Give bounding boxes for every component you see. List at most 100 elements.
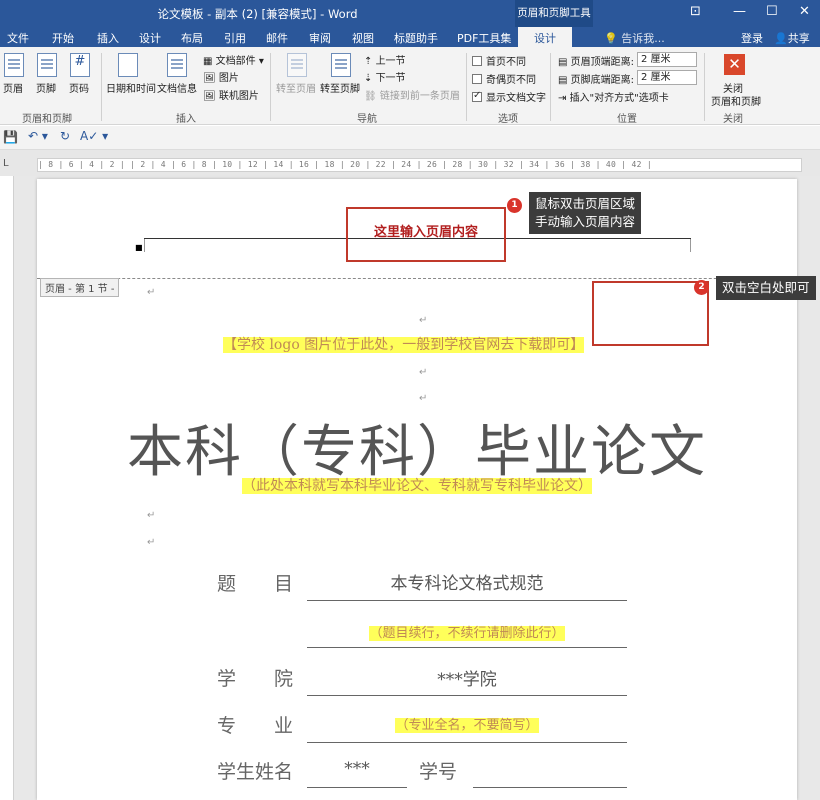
callout-tip-1-line1: 鼠标双击页眉区域 [535,196,636,211]
tab-header-footer-design[interactable]: 设计 [518,27,572,47]
next-section-label: 下一节 [375,73,406,84]
ribbon-display-icon[interactable]: ⊡ [690,4,701,19]
calendar-icon[interactable] [118,53,138,77]
close-header-footer-icon[interactable]: ✕ [724,54,745,75]
document-parts-button[interactable]: ▦ 文档部件 ▾ [203,52,264,67]
major-note-text: （专业全名，不要简写） [395,718,539,733]
paragraph-mark: ↵ [419,393,428,404]
tab-pdf-tools[interactable]: PDF工具集 [457,30,511,46]
tab-file[interactable]: 文件 [7,30,29,46]
link-to-previous-button[interactable]: ⛓ 链接到前一条页眉 [364,87,460,102]
callout-tip-1-line2: 手动输入页眉内容 [535,214,636,229]
tab-insert[interactable]: 插入 [97,30,119,46]
tab-heading-assistant[interactable]: 标题助手 [394,30,438,46]
field-underline [473,787,627,788]
close-window-icon[interactable]: ✕ [799,4,810,19]
checkbox-icon[interactable] [472,74,482,84]
undo-icon[interactable]: ↶ ▾ [28,129,48,143]
thesis-type-note: （此处本科就写本科毕业论文、专科就写专科毕业论文） [37,475,797,495]
share-button[interactable]: 👤共享 [768,27,816,47]
header-text[interactable]: 这里输入页眉内容 [347,221,505,240]
header-top-distance-label: ▤ 页眉顶端距离: [558,57,635,68]
vertical-ruler [0,176,14,800]
online-pictures-button[interactable]: 🖼 联机图片 [203,87,259,102]
sign-in-link[interactable]: 登录 [741,30,763,46]
group-label-navigation: 导航 [357,114,377,125]
college-label: 学 院 [217,668,294,690]
logo-placeholder-text: 【学校 logo 图片位于此处，一般到学校官网去下载即可】 [223,337,585,353]
previous-section-button[interactable]: ⇡ 上一节 [364,52,406,67]
college-value[interactable]: ***学院 [307,665,627,690]
field-underline [307,787,407,788]
paragraph-mark: ↵ [147,537,156,548]
tab-layout[interactable]: 布局 [181,30,203,46]
tab-mailings[interactable]: 邮件 [266,30,288,46]
group-label-insert: 插入 [176,114,196,125]
header-icon[interactable] [4,53,24,77]
pictures-button[interactable]: 🖼 图片 [203,69,239,84]
header-boundary [37,278,797,279]
document-info-button-label[interactable]: 文档信息 [157,80,197,95]
different-odd-even-option[interactable]: 奇偶页不同 [472,71,536,86]
field-underline [307,647,627,648]
field-underline [307,695,627,696]
tab-review[interactable]: 审阅 [309,30,331,46]
callout-tip-1: 鼠标双击页眉区域 手动输入页眉内容 [529,192,642,234]
goto-header-label[interactable]: 转至页眉 [276,80,316,95]
topic-continuation-note: （题目续行，不续行请删除此行） [307,622,627,641]
previous-section-label: 上一节 [375,56,406,67]
footer-button-label[interactable]: 页脚 [36,80,56,95]
insert-alignment-tab-button[interactable]: ⇥ 插入"对齐方式"选项卡 [558,89,669,104]
show-document-text-option[interactable]: 显示文档文字 [472,89,546,104]
tab-selector-icon[interactable]: L [3,158,9,169]
topic-label: 题 目 [217,573,294,595]
save-icon[interactable]: 💾 [3,130,18,144]
checkbox-icon[interactable] [472,56,482,66]
document-parts-label: 文档部件 [215,56,256,67]
next-section-button[interactable]: ⇣ 下一节 [364,69,406,84]
spelling-check-icon[interactable]: A✓ ▾ [80,129,108,143]
ribbon-tabs: 文件 开始 插入 设计 布局 引用 邮件 审阅 视图 标题助手 PDF工具集 设… [0,27,820,47]
checkbox-checked-icon[interactable] [472,90,482,102]
tell-me-search[interactable]: 💡 告诉我... [604,30,665,46]
header-top-distance-text: 页眉顶端距离: [570,57,635,68]
different-odd-even-label: 奇偶页不同 [486,75,536,86]
document-page[interactable]: 这里输入页眉内容 ■ 页眉 - 第 1 节 - ↵ ↵ 【学校 logo 图片位… [37,179,797,800]
goto-footer-icon[interactable] [331,53,351,77]
topic-value[interactable]: 本专科论文格式规范 [307,569,627,594]
footer-bottom-distance-input[interactable]: 2 厘米 [637,70,697,85]
footer-bottom-distance-label: ▤ 页脚底端距离: [558,75,635,86]
blank-area-highlight-box [592,281,709,346]
maximize-icon[interactable]: ☐ [766,4,778,19]
anchor-marker: ■ [135,243,143,252]
document-info-icon[interactable] [167,53,187,77]
group-divider [704,53,705,121]
paragraph-mark: ↵ [419,367,428,378]
paragraph-mark: ↵ [147,510,156,521]
student-name-value[interactable]: *** [307,759,407,779]
goto-header-icon[interactable] [287,53,307,77]
tab-home[interactable]: 开始 [52,30,74,46]
header-button-label[interactable]: 页眉 [3,80,23,95]
header-section-tag: 页眉 - 第 1 节 - [40,278,120,297]
share-label: 共享 [787,32,810,45]
redo-icon[interactable]: ↻ [60,129,70,143]
page-number-icon[interactable]: # [70,53,90,77]
close-header-footer-line2[interactable]: 页眉和页脚 [711,93,761,108]
group-label-position: 位置 [617,114,637,125]
logo-placeholder-note: 【学校 logo 图片位于此处，一般到学校官网去下载即可】 [223,334,585,354]
page-number-button-label[interactable]: 页码 [69,80,89,95]
minimize-icon[interactable]: — [733,4,746,19]
margin-corner-mark [144,238,145,252]
thesis-type-note-text: （此处本科就写本科毕业论文、专科就写专科毕业论文） [242,478,592,494]
tab-design[interactable]: 设计 [139,30,161,46]
header-top-distance-input[interactable]: 2 厘米 [637,52,697,67]
footer-icon[interactable] [37,53,57,77]
goto-footer-label[interactable]: 转至页脚 [320,80,360,95]
tab-references[interactable]: 引用 [224,30,246,46]
different-first-page-option[interactable]: 首页不同 [472,53,526,68]
major-note: （专业全名，不要简写） [307,714,627,733]
horizontal-ruler[interactable]: L | 8 | 6 | 4 | 2 | | 2 | 4 | 6 | 8 | 10… [0,150,820,176]
date-time-button-label[interactable]: 日期和时间 [106,80,156,95]
tab-view[interactable]: 视图 [352,30,374,46]
